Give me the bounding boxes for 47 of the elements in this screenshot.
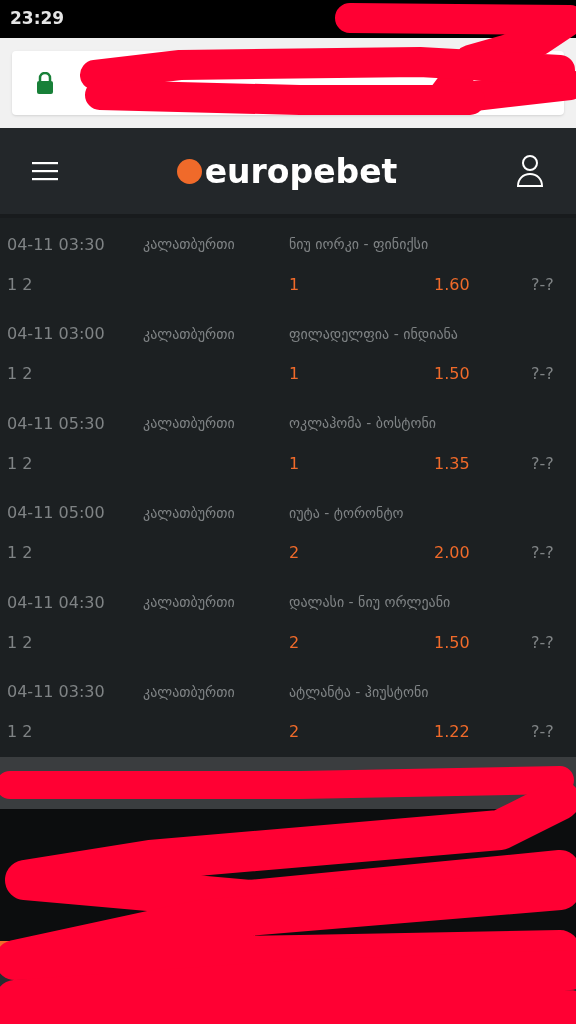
event-datetime: 04-11 04:30: [6, 591, 106, 614]
clock-time: 23:29: [10, 7, 65, 31]
event-datetime: 04-11 05:00: [6, 502, 106, 525]
match-name: დალასი - ნიუ ორლეანი: [289, 593, 451, 613]
sport-name: კალათბურთი: [143, 503, 236, 523]
event-datetime: 04-11 03:30: [6, 681, 106, 704]
menu-icon[interactable]: [32, 161, 58, 181]
odds-value: 1.60: [434, 273, 471, 296]
sport-name: კალათბურთი: [143, 324, 236, 344]
match-name: ატლანტა - ჰიუსტონი: [289, 682, 429, 702]
market-label: 1 2: [6, 542, 34, 565]
market-label: 1 2: [6, 363, 34, 386]
odds-value: 1.22: [434, 721, 471, 744]
event-datetime: 04-11 05:30: [6, 412, 106, 435]
match-name: ნიუ იორკი - ფინიქსი: [289, 235, 429, 255]
odds-value: 1.35: [434, 452, 471, 475]
score-value: ?-?: [531, 631, 554, 654]
odds-value: 1.50: [434, 363, 471, 386]
sport-name: კალათბურთი: [143, 414, 236, 434]
market-label: 1 2: [6, 631, 34, 654]
match-name: იუტა - ტორონტო: [289, 503, 404, 523]
sport-name: კალათბურთი: [143, 682, 236, 702]
pick-value: 2: [289, 542, 301, 565]
lock-icon: [36, 72, 54, 94]
sport-name: კალათბურთი: [143, 235, 236, 255]
site-logo[interactable]: europebet: [204, 154, 398, 188]
event-datetime: 04-11 03:00: [6, 323, 106, 346]
pick-value: 1: [289, 363, 301, 386]
match-name: ოკლაჰომა - ბოსტონი: [289, 414, 436, 434]
odds-value: 2.00: [434, 542, 471, 565]
sport-name: კალათბურთი: [143, 593, 236, 613]
pick-value: 2: [289, 631, 301, 654]
odds-value: 1.50: [434, 631, 471, 654]
score-value: ?-?: [531, 452, 554, 475]
market-label: 1 2: [6, 273, 34, 296]
match-name: ფილადელფია - ინდიანა: [289, 324, 458, 344]
score-value: ?-?: [531, 273, 554, 296]
user-icon[interactable]: [516, 154, 544, 188]
pick-value: 1: [289, 452, 301, 475]
score-value: ?-?: [531, 363, 554, 386]
pick-value: 1: [289, 273, 301, 296]
market-label: 1 2: [6, 452, 34, 475]
pick-value: 2: [289, 721, 301, 744]
event-datetime: 04-11 03:30: [6, 233, 106, 256]
score-value: ?-?: [531, 721, 554, 744]
score-value: ?-?: [531, 542, 554, 565]
market-label: 1 2: [6, 721, 34, 744]
